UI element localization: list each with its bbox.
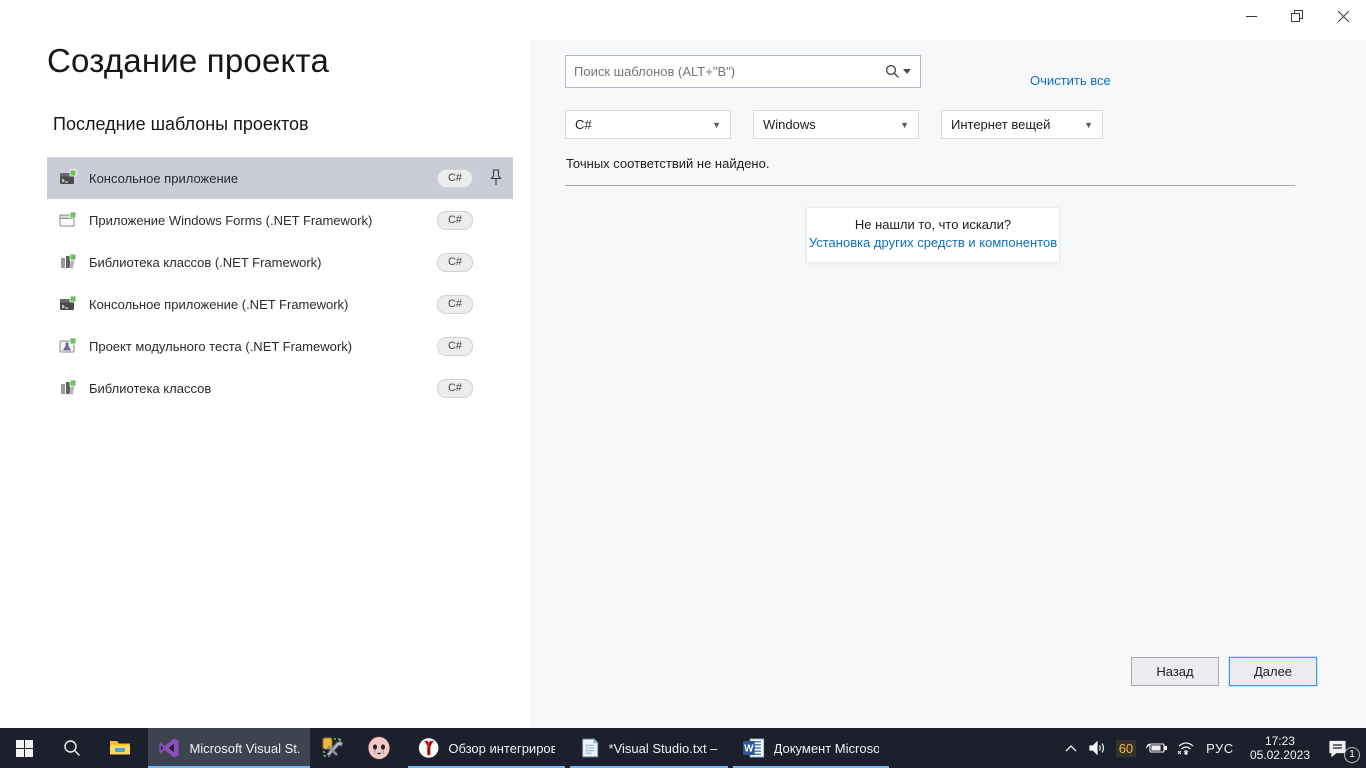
template-item-console-netfw[interactable]: Консольное приложение (.NET Framework) C… xyxy=(47,283,513,325)
battery-percent-value: 60 xyxy=(1116,740,1136,757)
no-match-message: Точных соответствий не найдено. xyxy=(566,156,769,171)
template-item-classlib-netfw[interactable]: Библиотека классов (.NET Framework) C# xyxy=(47,241,513,283)
template-label: Консольное приложение xyxy=(89,171,425,186)
platform-filter-value: Windows xyxy=(763,117,816,132)
class-library-icon xyxy=(59,379,77,397)
install-components-link[interactable]: Установка других средств и компонентов xyxy=(807,235,1059,250)
search-icon[interactable] xyxy=(885,64,920,79)
back-button[interactable]: Назад xyxy=(1131,657,1219,686)
notepad-icon xyxy=(580,736,600,760)
template-label: Библиотека классов (.NET Framework) xyxy=(89,255,425,270)
file-explorer-button[interactable] xyxy=(96,728,144,768)
clock-time: 17:23 xyxy=(1250,734,1310,748)
taskbar-app-label: Обзор интегриров... xyxy=(448,741,555,756)
unit-test-icon xyxy=(59,337,77,355)
svg-text:W: W xyxy=(744,744,754,755)
isaac-game-pinned-icon[interactable] xyxy=(356,728,402,768)
create-project-dialog: Создание проекта Последние шаблоны проек… xyxy=(0,0,1366,728)
taskbar-search-button[interactable] xyxy=(48,728,96,768)
winforms-app-icon xyxy=(59,211,77,229)
language-badge: C# xyxy=(437,253,473,272)
volume-icon[interactable] xyxy=(1084,741,1112,755)
search-input[interactable] xyxy=(566,56,885,87)
taskbar-app-label: Документ Microso... xyxy=(774,741,879,756)
window-controls xyxy=(1228,0,1366,32)
language-badge: C# xyxy=(437,169,473,188)
start-button[interactable] xyxy=(0,728,48,768)
taskbar-app-label: *Visual Studio.txt – ... xyxy=(609,741,718,756)
taskbar-visual-studio-button[interactable]: Microsoft Visual St... xyxy=(148,728,310,768)
template-label: Приложение Windows Forms (.NET Framework… xyxy=(89,213,425,228)
restore-button[interactable] xyxy=(1274,0,1320,32)
template-label: Библиотека классов xyxy=(89,381,425,396)
template-item-classlib[interactable]: Библиотека классов C# xyxy=(47,367,513,409)
battery-charging-icon[interactable] xyxy=(1140,742,1172,754)
results-divider xyxy=(565,185,1295,186)
system-tray: 60 РУС 17:23 05.02.2023 xyxy=(1058,728,1366,768)
minimize-button[interactable] xyxy=(1228,0,1274,32)
language-badge: C# xyxy=(437,295,473,314)
language-badge: C# xyxy=(437,337,473,356)
language-badge: C# xyxy=(437,211,473,230)
console-app-icon xyxy=(59,169,77,187)
language-filter-dropdown[interactable]: C# ▼ xyxy=(565,110,731,139)
language-filter-value: C# xyxy=(575,117,592,132)
class-library-icon xyxy=(59,253,77,271)
template-item-winforms[interactable]: Приложение Windows Forms (.NET Framework… xyxy=(47,199,513,241)
action-center-icon[interactable]: 1 xyxy=(1322,740,1352,757)
visual-studio-icon xyxy=(158,736,180,760)
language-indicator[interactable]: РУС xyxy=(1200,741,1240,756)
recent-templates-heading: Последние шаблоны проектов xyxy=(53,114,309,135)
tray-chevron-up-icon[interactable] xyxy=(1058,745,1084,752)
game-tools-pinned-icon[interactable] xyxy=(310,728,356,768)
template-item-unittest[interactable]: Проект модульного теста (.NET Framework)… xyxy=(47,325,513,367)
language-value: РУС xyxy=(1206,741,1234,756)
not-found-box: Не нашли то, что искали? Установка други… xyxy=(806,207,1060,263)
taskbar-browser-button[interactable]: Обзор интегриров... xyxy=(408,728,565,768)
folder-icon xyxy=(109,739,131,757)
taskbar-app-label: Microsoft Visual St... xyxy=(189,741,300,756)
taskbar-notepad-button[interactable]: *Visual Studio.txt – ... xyxy=(570,728,728,768)
project-type-filter-dropdown[interactable]: Интернет вещей ▼ xyxy=(941,110,1103,139)
recent-templates-list: Консольное приложение C# Приложение Wind… xyxy=(47,157,513,409)
chevron-down-icon: ▼ xyxy=(1084,120,1093,130)
console-app-icon xyxy=(59,295,77,313)
chevron-down-icon: ▼ xyxy=(712,120,721,130)
word-icon: W xyxy=(743,737,765,759)
close-button[interactable] xyxy=(1320,0,1366,32)
template-label: Консольное приложение (.NET Framework) xyxy=(89,297,425,312)
chevron-down-icon: ▼ xyxy=(900,120,909,130)
wifi-icon[interactable] xyxy=(1172,741,1200,755)
taskbar-word-button[interactable]: W Документ Microso... xyxy=(733,728,889,768)
results-pane xyxy=(530,40,1366,728)
platform-filter-dropdown[interactable]: Windows ▼ xyxy=(753,110,919,139)
notification-count-badge: 1 xyxy=(1344,747,1360,763)
chevron-down-icon xyxy=(903,69,911,75)
clock-date: 05.02.2023 xyxy=(1250,748,1310,762)
battery-percent-indicator[interactable]: 60 xyxy=(1112,740,1140,757)
project-type-filter-value: Интернет вещей xyxy=(951,117,1050,132)
page-title: Создание проекта xyxy=(47,42,329,80)
taskbar-clock[interactable]: 17:23 05.02.2023 xyxy=(1250,734,1310,762)
language-badge: C# xyxy=(437,379,473,398)
template-search xyxy=(565,55,921,88)
template-item-console-app[interactable]: Консольное приложение C# xyxy=(47,157,513,199)
not-found-question: Не нашли то, что искали? xyxy=(807,217,1059,232)
template-label: Проект модульного теста (.NET Framework) xyxy=(89,339,425,354)
pin-icon[interactable] xyxy=(489,168,503,188)
yandex-browser-icon xyxy=(418,736,439,760)
clear-all-link[interactable]: Очистить все xyxy=(1030,73,1111,88)
taskbar: Microsoft Visual St... Обзор интегриров.… xyxy=(0,728,1366,768)
search-icon xyxy=(63,739,81,757)
next-button[interactable]: Далее xyxy=(1229,657,1317,686)
